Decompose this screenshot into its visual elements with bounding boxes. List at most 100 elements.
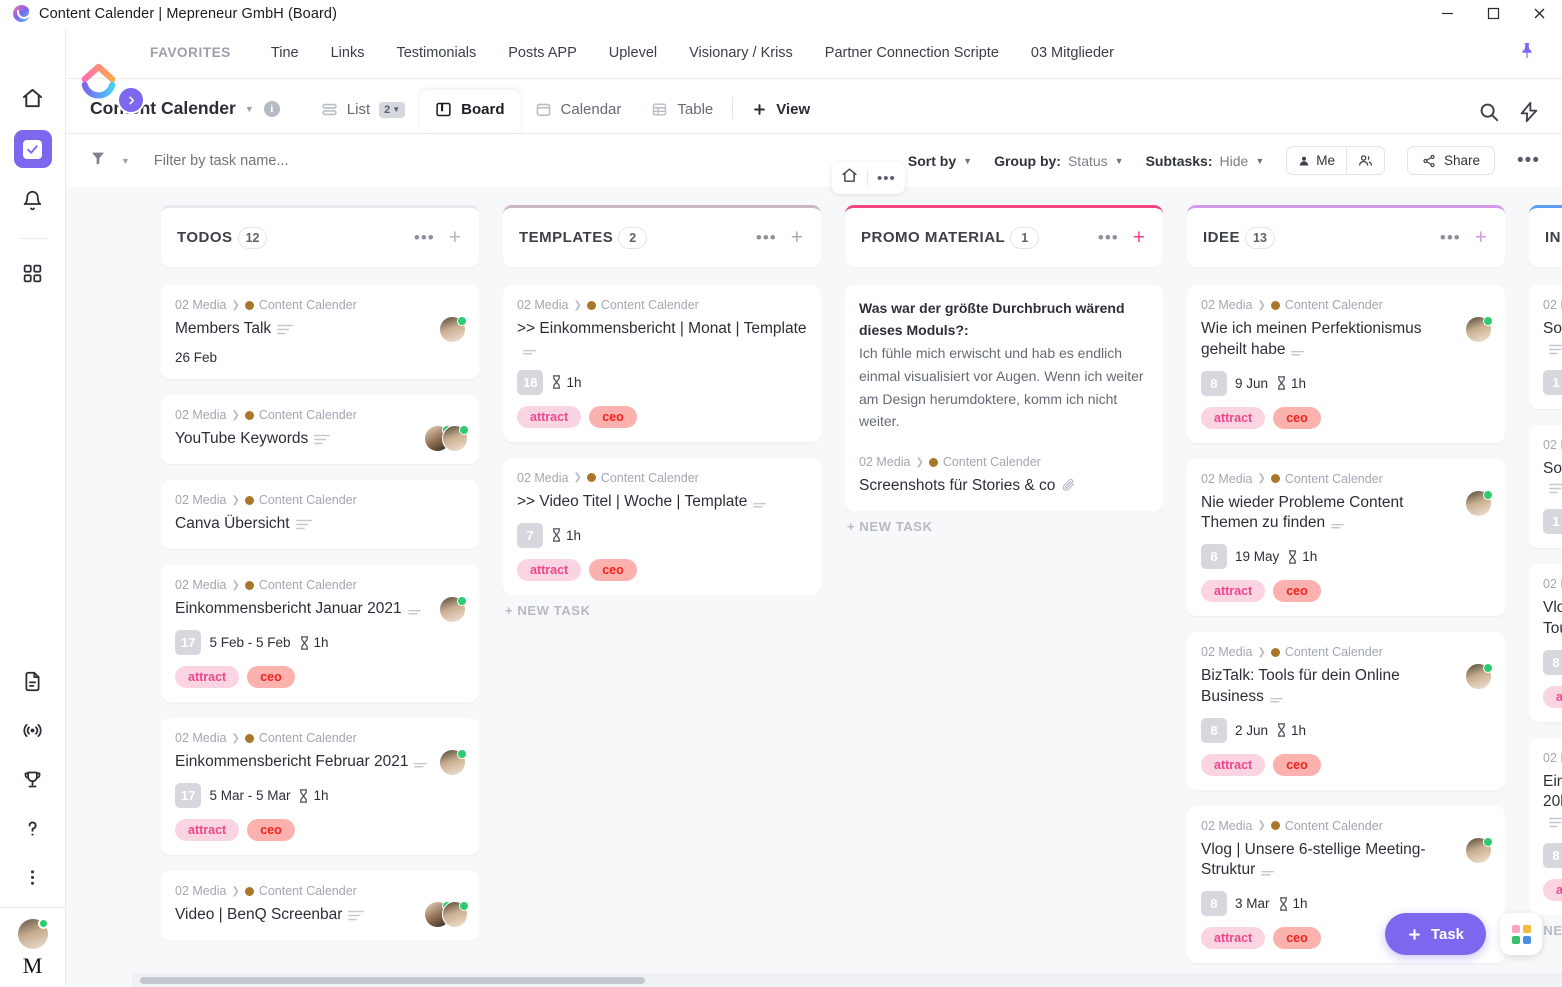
help-icon[interactable] (14, 809, 52, 847)
priority-badge[interactable]: 1 (1543, 509, 1562, 535)
priority-badge[interactable]: 8 (1201, 370, 1227, 396)
goals-pulse-icon[interactable] (14, 711, 52, 749)
priority-badge[interactable]: 7 (517, 522, 543, 548)
task-date[interactable]: 26 Feb (175, 350, 217, 365)
home-icon[interactable] (14, 79, 52, 117)
task-date[interactable]: 19 May (1235, 549, 1279, 564)
assignee-avatars[interactable] (1465, 663, 1493, 691)
priority-badge[interactable]: 8 (1543, 649, 1562, 675)
assignee-avatars[interactable] (439, 749, 467, 776)
tag[interactable]: attract (1201, 580, 1266, 603)
priority-badge[interactable]: 17 (175, 783, 202, 808)
tag[interactable]: ceo (1273, 406, 1321, 429)
share-button[interactable]: Share (1407, 146, 1496, 175)
tab-badge[interactable]: 2 ▼ (379, 101, 406, 118)
task-card[interactable]: 02 Media ❯ Content Calender Einkommensberic… (161, 565, 479, 702)
close-button[interactable] (1516, 0, 1562, 27)
favorite-item[interactable]: Testimonials (380, 45, 492, 61)
priority-badge[interactable]: 18 (517, 369, 544, 395)
favorite-item[interactable]: Partner Connection Scripte (809, 45, 1015, 61)
add-view-button[interactable]: View (737, 90, 825, 133)
task-card[interactable]: 02 Media ❯ Content Calender Video | BenQ Sc… (161, 871, 479, 940)
assignee-avatars[interactable] (1465, 836, 1493, 864)
automations-bolt-icon[interactable] (1518, 101, 1540, 123)
task-card[interactable]: 02 Media ❯ Content Calender YouTube Keyword… (161, 395, 479, 464)
assignee-avatars[interactable] (424, 901, 469, 928)
horizontal-scrollbar[interactable] (132, 973, 1562, 987)
task-date[interactable]: 3 Mar (1235, 896, 1270, 911)
favorite-item[interactable]: Tine (255, 45, 315, 61)
column-add-task-button[interactable]: + (1475, 227, 1487, 248)
priority-badge[interactable]: 1 (1543, 369, 1562, 395)
task-card[interactable]: 02 Media ❯ Content Calender Canva Übersicht (161, 480, 479, 549)
tag[interactable]: ceo (589, 558, 637, 581)
column-more-options-button[interactable]: ••• (1440, 228, 1461, 248)
me-filter-button[interactable]: Me (1287, 147, 1346, 174)
filter-dropdown-chevron-icon[interactable]: ▼ (121, 156, 130, 166)
task-date[interactable]: 5 Mar - 5 Mar (209, 788, 290, 803)
task-card[interactable]: 02 Media ❯ Content Calender Members Talk 26 … (161, 285, 479, 379)
sort-by-button[interactable]: Sort by ▼ (908, 153, 972, 169)
column-add-task-button[interactable]: + (1133, 227, 1145, 248)
tag[interactable]: ceo (1273, 580, 1321, 603)
home-small-icon[interactable] (841, 167, 858, 189)
notifications-bell-icon[interactable] (14, 181, 52, 219)
tag[interactable]: ceo (247, 666, 295, 688)
tag[interactable]: attract (1543, 685, 1562, 708)
task-card[interactable]: 02 Media ❯ Content Calender Nie wieder Prob… (1187, 458, 1505, 617)
task-duration[interactable]: 1h (1278, 896, 1308, 911)
tag[interactable]: attract (1201, 927, 1266, 950)
group-by-button[interactable]: Group by: Status ▼ (994, 153, 1124, 169)
docs-icon[interactable] (14, 662, 52, 700)
info-icon[interactable]: i (263, 100, 280, 117)
priority-badge[interactable]: 8 (1201, 891, 1227, 917)
favorite-item[interactable]: Links (315, 45, 381, 61)
subtasks-button[interactable]: Subtasks: Hide ▼ (1146, 153, 1265, 169)
task-card[interactable]: 02 Media❯C Social Media 1 (1529, 424, 1562, 549)
tag[interactable]: attract (1543, 879, 1562, 902)
task-duration[interactable]: 1h (1287, 549, 1317, 564)
search-input[interactable] (153, 152, 454, 169)
task-duration[interactable]: 1h (298, 788, 329, 803)
task-card[interactable]: 02 Media ❯ Content Calender >> Einkommensbe… (503, 285, 821, 442)
favorite-item[interactable]: 03 Mitglieder (1015, 45, 1130, 61)
favorite-item[interactable]: Visionary / Kriss (673, 45, 809, 61)
tag[interactable]: attract (1201, 406, 1266, 429)
tab-calendar[interactable]: Calendar (520, 90, 637, 133)
task-card[interactable]: 02 Media ❯ Content Calender Einkommensberic… (161, 718, 479, 855)
tab-list[interactable]: List 2 ▼ (306, 90, 420, 133)
tag[interactable]: ceo (247, 819, 295, 841)
column-more-options-button[interactable]: ••• (414, 228, 435, 248)
trophy-icon[interactable] (14, 760, 52, 798)
workspace-logo[interactable]: M (23, 955, 43, 977)
task-card[interactable]: 02 Media ❯ Content Calender >> Video Titel … (503, 457, 821, 595)
column-more-options-button[interactable]: ••• (756, 228, 777, 248)
priority-badge[interactable]: 8 (1201, 717, 1227, 743)
task-duration[interactable]: 1h (1276, 376, 1306, 391)
search-icon[interactable] (1478, 101, 1500, 123)
maximize-button[interactable] (1470, 0, 1516, 27)
column-add-task-button[interactable]: + (449, 227, 461, 248)
task-duration[interactable]: 1h (299, 635, 329, 650)
task-duration[interactable]: 1h (1276, 723, 1306, 738)
task-duration[interactable]: 1h (551, 528, 581, 543)
priority-badge[interactable]: 8 (1201, 544, 1227, 570)
tab-board[interactable]: Board (420, 90, 520, 133)
assignee-avatars[interactable] (1465, 489, 1493, 517)
task-card[interactable]: 02 Media ❯ Content Calender Wie ich meinen … (1187, 285, 1505, 443)
board-more-options-button[interactable]: ••• (877, 170, 896, 187)
add-new-task-button[interactable]: + NEW TASK (503, 595, 821, 626)
assignee-avatars[interactable] (439, 596, 467, 623)
priority-badge[interactable]: 8 (1543, 843, 1562, 869)
new-task-fab[interactable]: Task (1384, 913, 1486, 955)
assignee-avatars[interactable] (1465, 316, 1493, 343)
task-date[interactable]: 9 Jun (1235, 376, 1268, 391)
assignees-filter-button[interactable] (1346, 147, 1384, 174)
pin-icon[interactable] (1518, 41, 1536, 64)
minimize-button[interactable] (1424, 0, 1470, 27)
tag[interactable]: attract (517, 405, 582, 428)
tag[interactable]: attract (175, 819, 240, 841)
tag[interactable]: attract (517, 558, 582, 581)
task-card[interactable]: 02 Media❯C Ein 6-stellige 20h Woche 81h att… (1529, 737, 1562, 916)
favorite-item[interactable]: Posts APP (492, 45, 593, 61)
